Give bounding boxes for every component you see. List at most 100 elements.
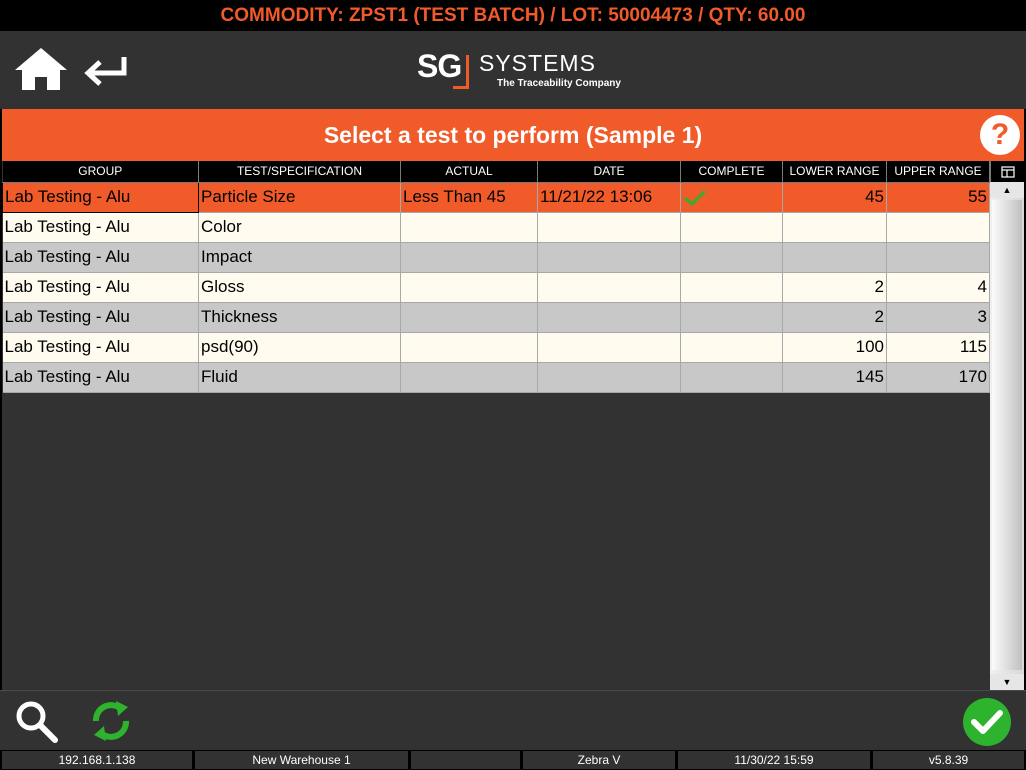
confirm-button[interactable] [963, 698, 1011, 746]
col-header-upper-range[interactable]: UPPER RANGE [886, 161, 990, 183]
status-printer: Zebra V [523, 751, 675, 769]
cell-complete [680, 302, 783, 333]
col-header-test[interactable]: TEST/SPECIFICATION [198, 161, 401, 183]
cell-actual [400, 242, 538, 273]
cell-complete [680, 332, 783, 363]
scroll-up-button[interactable]: ▲ [990, 182, 1024, 198]
cell-test: Gloss [198, 272, 401, 303]
cell-date [537, 242, 681, 273]
status-version: v5.8.39 [873, 751, 1024, 769]
cell-actual [400, 302, 538, 333]
col-header-lower-range[interactable]: LOWER RANGE [782, 161, 887, 183]
cell-group: Lab Testing - Alu [2, 362, 199, 393]
commodity-info: COMMODITY: ZPST1 (TEST BATCH) / LOT: 500… [220, 4, 806, 26]
cell-actual [400, 212, 538, 243]
cell-complete [680, 362, 783, 393]
table-row[interactable]: Lab Testing - Alu Fluid 145 170 [2, 362, 990, 393]
test-grid-area: GROUP TEST/SPECIFICATION ACTUAL DATE COM… [2, 161, 1024, 690]
home-icon [15, 48, 67, 90]
cell-complete [680, 242, 783, 273]
logo-bracket [453, 55, 469, 89]
vertical-scrollbar[interactable]: ▲ ▼ [990, 182, 1024, 690]
col-header-actual[interactable]: ACTUAL [400, 161, 538, 183]
column-chooser-icon [1000, 165, 1015, 178]
scroll-thumb[interactable] [992, 200, 1022, 670]
col-header-complete[interactable]: COMPLETE [680, 161, 783, 183]
cell-upper-range: 4 [886, 272, 990, 303]
page-title: Select a test to perform (Sample 1) [323, 121, 703, 148]
col-header-date[interactable]: DATE [537, 161, 681, 183]
home-button[interactable] [14, 45, 68, 93]
status-empty [411, 751, 520, 769]
cell-upper-range: 115 [886, 332, 990, 363]
cell-upper-range: 55 [886, 182, 990, 213]
cell-complete [680, 272, 783, 303]
cell-test: Thickness [198, 302, 401, 333]
cell-lower-range: 145 [782, 362, 887, 393]
cell-lower-range [782, 242, 887, 273]
back-button[interactable] [80, 53, 132, 89]
search-icon [16, 701, 58, 743]
cell-upper-range [886, 212, 990, 243]
cell-lower-range [782, 212, 887, 243]
cell-lower-range: 2 [782, 272, 887, 303]
cell-date [537, 362, 681, 393]
commodity-banner: COMMODITY: ZPST1 (TEST BATCH) / LOT: 500… [0, 0, 1026, 31]
cell-actual [400, 272, 538, 303]
cell-test: Particle Size [198, 182, 401, 213]
cell-upper-range: 3 [886, 302, 990, 333]
column-chooser-button[interactable] [990, 161, 1024, 182]
status-warehouse: New Warehouse 1 [195, 751, 408, 769]
cell-test: psd(90) [198, 332, 401, 363]
arrow-up-icon: ▲ [1002, 185, 1012, 195]
status-datetime: 11/30/22 15:59 [678, 751, 870, 769]
cell-group: Lab Testing - Alu [2, 212, 199, 243]
table-row[interactable]: Lab Testing - Alu Color [2, 212, 990, 243]
cell-upper-range [886, 242, 990, 273]
cell-actual [400, 332, 538, 363]
cell-test: Color [198, 212, 401, 243]
cell-group: Lab Testing - Alu [2, 302, 199, 333]
col-header-group[interactable]: GROUP [2, 161, 199, 183]
table-header-row: GROUP TEST/SPECIFICATION ACTUAL DATE COM… [2, 161, 990, 183]
arrow-down-icon: ▼ [1002, 677, 1012, 687]
cell-date [537, 212, 681, 243]
cell-date: 11/21/22 13:06 [537, 182, 681, 213]
checkmark-icon [971, 710, 1003, 734]
cell-actual [400, 362, 538, 393]
cell-group: Lab Testing - Alu [2, 332, 199, 363]
table-row[interactable]: Lab Testing - Alu Impact [2, 242, 990, 273]
refresh-button[interactable] [88, 697, 134, 745]
cell-upper-range: 170 [886, 362, 990, 393]
cell-date [537, 272, 681, 303]
search-button[interactable] [14, 699, 60, 745]
cell-lower-range: 45 [782, 182, 887, 213]
cell-complete [680, 182, 783, 213]
table-row[interactable]: Lab Testing - Alu Gloss 2 4 [2, 272, 990, 303]
help-icon: ? [990, 118, 1010, 151]
cell-test: Fluid [198, 362, 401, 393]
page-title-bar: Select a test to perform (Sample 1) ? [2, 109, 1024, 161]
table-row[interactable]: Lab Testing - Alu Thickness 2 3 [2, 302, 990, 333]
back-arrow-icon [84, 57, 127, 86]
logo-systems: SYSTEMS [479, 50, 596, 76]
cell-lower-range: 100 [782, 332, 887, 363]
action-footer [0, 690, 1026, 750]
cell-date [537, 332, 681, 363]
complete-check-icon [684, 189, 707, 206]
logo-tagline: The Traceability Company [497, 78, 621, 89]
scroll-down-button[interactable]: ▼ [990, 674, 1024, 690]
table-row[interactable]: Lab Testing - Alu psd(90) 100 115 [2, 332, 990, 363]
refresh-icon [93, 701, 129, 741]
cell-date [537, 302, 681, 333]
cell-group: Lab Testing - Alu [2, 181, 199, 213]
status-bar: 192.168.1.138 New Warehouse 1 Zebra V 11… [0, 750, 1026, 770]
app-header: SG SYSTEMS The Traceability Company [0, 31, 1026, 109]
cell-actual: Less Than 45 [400, 182, 538, 213]
cell-complete [680, 212, 783, 243]
cell-group: Lab Testing - Alu [2, 242, 199, 273]
table-row-selected[interactable]: Lab Testing - Alu Particle Size Less Tha… [2, 181, 990, 213]
status-ip: 192.168.1.138 [2, 751, 192, 769]
help-button[interactable]: ? [980, 115, 1020, 155]
company-logo: SG SYSTEMS The Traceability Company [415, 48, 625, 94]
